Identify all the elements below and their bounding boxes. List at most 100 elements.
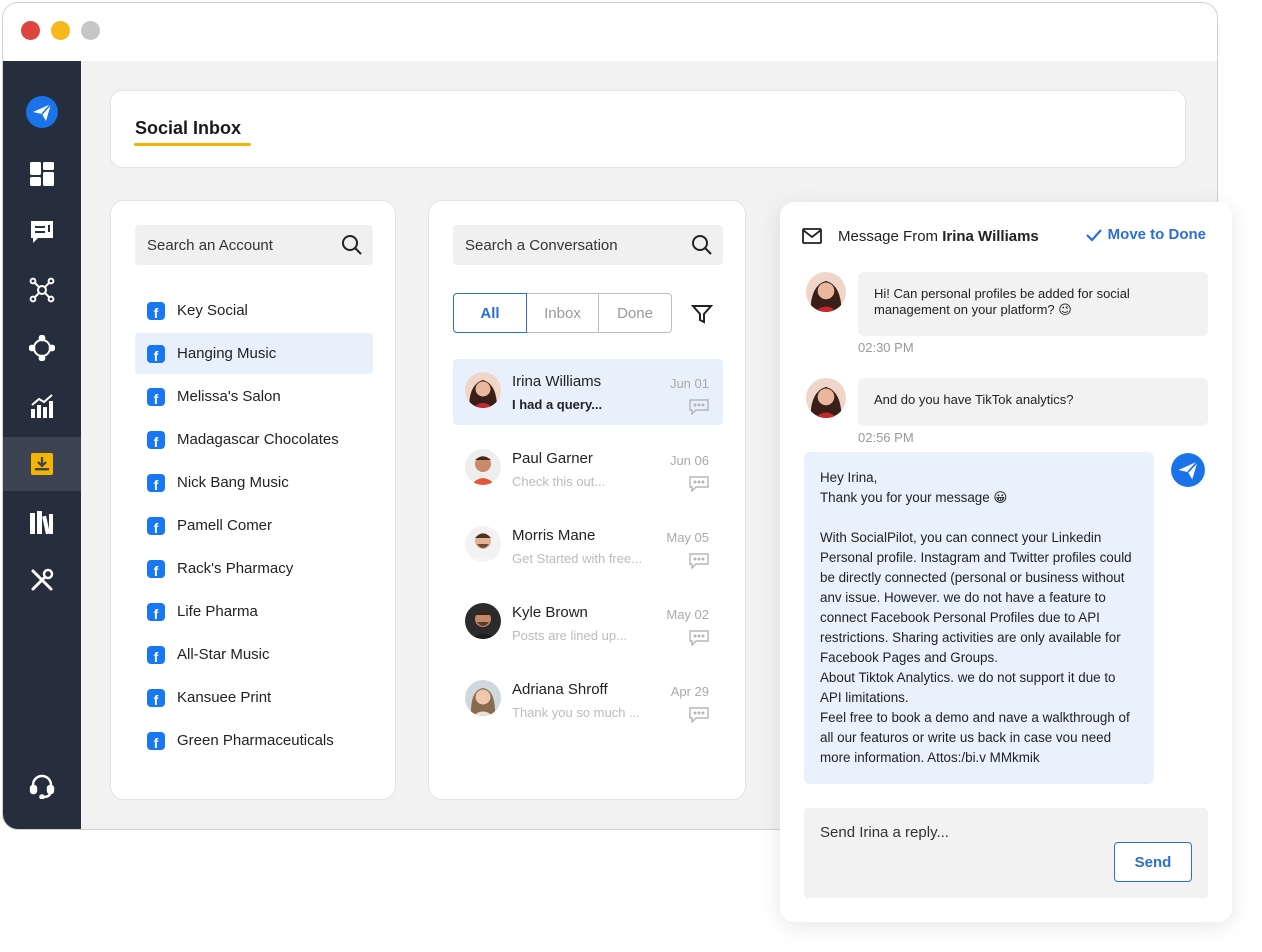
conversation-snippet: Get Started with free... (512, 551, 643, 566)
account-list: f Key Social f Hanging Music f Melissa's Sa… (135, 289, 373, 762)
message-from: Message From Irina Williams (838, 228, 1039, 245)
facebook-icon: f (147, 688, 165, 707)
facebook-icon: f (147, 387, 165, 406)
conversation-snippet: Thank you so much ... (512, 705, 640, 720)
outgoing-message: Hey Irina, Thank you for your message 😀 … (804, 452, 1154, 784)
conversation-date: May 02 (666, 607, 709, 622)
tab-all[interactable]: All (453, 293, 527, 333)
account-item[interactable]: f Key Social (135, 289, 373, 332)
facebook-icon: f (147, 645, 165, 664)
facebook-icon: f (147, 602, 165, 621)
search-icon[interactable] (341, 234, 363, 256)
reply-input[interactable]: Send Irina a reply... Send (804, 808, 1208, 898)
message-time: 02:56 PM (858, 430, 914, 445)
chat-bubble-icon (689, 553, 709, 569)
conversation-tabs: All Inbox Done (453, 293, 672, 333)
minimize-window-button[interactable] (51, 21, 70, 40)
inbox-icon[interactable] (3, 437, 81, 491)
sidebar (3, 61, 81, 829)
search-icon[interactable] (691, 234, 713, 256)
sender-avatar (806, 272, 846, 312)
conversation-item[interactable]: Kyle Brown Posts are lined up... May 02 (453, 590, 723, 656)
conversation-search-input[interactable]: Search a Conversation (453, 225, 723, 265)
send-button[interactable]: Send (1114, 842, 1192, 882)
conversation-snippet: Posts are lined up... (512, 628, 627, 643)
conversation-item[interactable]: Morris Mane Get Started with free... May… (453, 513, 723, 579)
avatar (465, 449, 501, 485)
move-to-done-button[interactable]: Move to Done (1085, 226, 1206, 243)
message-from-prefix: Message From (838, 228, 939, 245)
conversation-item[interactable]: Paul Garner Check this out... Jun 06 (453, 436, 723, 502)
account-label: Nick Bang Music (177, 474, 289, 491)
conversation-snippet: I had a query... (512, 397, 603, 412)
account-item[interactable]: f Rack's Pharmacy (135, 547, 373, 590)
account-item[interactable]: f Madagascar Chocolates (135, 418, 373, 461)
close-window-button[interactable] (21, 21, 40, 40)
conversation-snippet: Check this out... (512, 474, 606, 489)
connect-icon[interactable] (3, 263, 81, 317)
facebook-icon: f (147, 344, 165, 363)
chat-bubble-icon (689, 630, 709, 646)
support-headset-icon[interactable] (3, 759, 81, 813)
account-search-placeholder: Search an Account (147, 236, 273, 254)
reply-placeholder: Send Irina a reply... (820, 824, 949, 841)
maximize-window-button[interactable] (81, 21, 100, 40)
accounts-panel: Search an Account f Key Social f Hanging M… (110, 200, 396, 800)
conversation-date: Jun 01 (669, 376, 709, 391)
socialpilot-avatar-icon (1171, 453, 1205, 487)
conversation-date: Apr 29 (670, 684, 709, 699)
account-item[interactable]: f Life Pharma (135, 590, 373, 633)
posts-icon[interactable] (3, 205, 81, 259)
message-from-name: Irina Williams (942, 228, 1039, 245)
chat-bubble-icon (689, 399, 709, 415)
facebook-icon: f (147, 516, 165, 535)
title-bar (3, 3, 1217, 61)
account-label: Pamell Comer (177, 517, 273, 534)
incoming-message: Hi! Can personal profiles be added for s… (858, 272, 1208, 336)
account-label: Melissa's Salon (177, 388, 281, 405)
conversation-item[interactable]: Adriana Shroff Thank you so much ... Apr… (453, 667, 723, 733)
library-icon[interactable] (3, 495, 81, 549)
move-to-done-label: Move to Done (1107, 226, 1206, 243)
account-label: Green Pharmaceuticals (177, 732, 334, 749)
filter-icon[interactable] (691, 303, 713, 325)
facebook-icon: f (147, 473, 165, 492)
conversation-date: Jun 06 (669, 453, 709, 468)
account-item[interactable]: f All-Star Music (135, 633, 373, 676)
account-label: Hanging Music (177, 345, 277, 362)
analytics-icon[interactable] (3, 379, 81, 433)
navigation-icon[interactable] (3, 321, 81, 375)
avatar (465, 372, 501, 408)
socialpilot-logo-icon[interactable] (3, 85, 81, 139)
incoming-message: And do you have TikTok analytics? (858, 378, 1208, 426)
chat-bubble-icon (689, 707, 709, 723)
conversation-name: Morris Mane (512, 527, 596, 544)
account-item[interactable]: f Hanging Music (135, 333, 373, 374)
account-label: Rack's Pharmacy (177, 560, 294, 577)
conversation-name: Adriana Shroff (512, 681, 608, 698)
tools-icon[interactable] (3, 553, 81, 607)
conversation-date: May 05 (666, 530, 709, 545)
account-item[interactable]: f Kansuee Print (135, 676, 373, 719)
conversation-search-placeholder: Search a Conversation (465, 236, 618, 254)
account-label: Kansuee Print (177, 689, 272, 706)
facebook-icon: f (147, 301, 165, 320)
account-item[interactable]: f Green Pharmaceuticals (135, 719, 373, 762)
message-time: 02:30 PM (858, 340, 914, 355)
account-item[interactable]: f Nick Bang Music (135, 461, 373, 504)
conversation-name: Irina Williams (512, 373, 602, 390)
conversation-list: Irina Williams I had a query... Jun 01 P… (453, 359, 723, 744)
tab-done[interactable]: Done (598, 293, 672, 333)
dashboard-icon[interactable] (3, 147, 81, 201)
avatar (465, 603, 501, 639)
account-item[interactable]: f Melissa's Salon (135, 375, 373, 418)
account-label: Life Pharma (177, 603, 258, 620)
tab-inbox[interactable]: Inbox (525, 293, 600, 333)
conversations-panel: Search a Conversation All Inbox Done Iri… (428, 200, 746, 800)
page-header: Social Inbox (110, 90, 1186, 168)
account-item[interactable]: f Pamell Comer (135, 504, 373, 547)
conversation-item[interactable]: Irina Williams I had a query... Jun 01 (453, 359, 723, 425)
account-search-input[interactable]: Search an Account (135, 225, 373, 265)
sender-avatar (806, 378, 846, 418)
outgoing-message-text: Hey Irina, Thank you for your message 😀 … (820, 470, 1132, 765)
